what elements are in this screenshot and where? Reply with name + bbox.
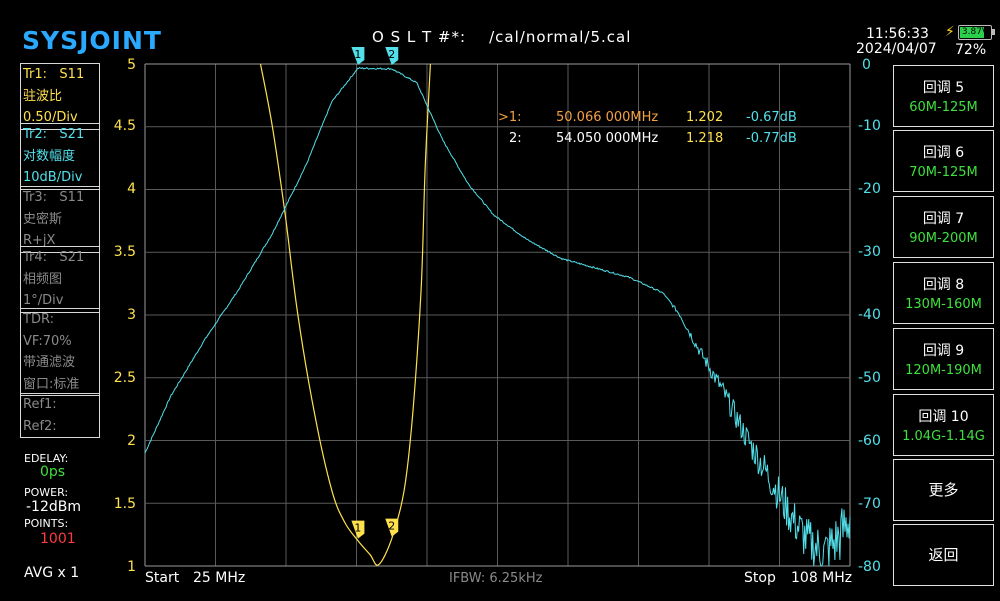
recall-7-title: 回调 7 [922,211,965,227]
marker-2-freq: 54.050 000MHz [556,131,659,146]
recall-8-title: 回调 8 [922,277,965,293]
recall-9-button[interactable]: 回调 9 120M-190M [893,328,994,390]
recall-6-title: 回调 6 [922,145,965,161]
recall-9-range: 120M-190M [905,363,982,378]
recall-5-button[interactable]: 回调 5 60M-125M [893,65,994,127]
recall-5-title: 回调 5 [922,80,965,96]
more-button[interactable]: 更多 [893,459,994,521]
recall-10-range: 1.04G-1.14G [902,429,985,444]
marker-1-db: -0.67dB [746,110,797,125]
marker-1-s21-flag-text: 1 [354,48,361,61]
start-label: Start [145,570,180,586]
recall-8-button[interactable]: 回调 8 130M-160M [893,262,994,324]
recall-9-title: 回调 9 [922,343,965,359]
marker-1-s21-flag: 1 [351,47,365,65]
marker-1-swr: 1.202 [686,110,724,125]
marker-2-db: -0.77dB [746,131,797,146]
stop-label: Stop [744,570,776,586]
marker-2-swr: 1.218 [686,131,724,146]
measurement-plot[interactable]: 12 12 [0,0,1000,601]
plot-grid [144,63,851,567]
recall-7-range: 90M-200M [909,231,978,246]
back-button[interactable]: 返回 [893,524,994,586]
bottom-markers: 12 [351,518,399,539]
marker-2-s21-flag-text: 2 [388,48,395,61]
top-markers: 12 [351,47,399,65]
stop-freq[interactable]: 108 MHz [791,570,852,586]
recall-8-range: 130M-160M [905,297,982,312]
recall-7-button[interactable]: 回调 7 90M-200M [893,196,994,258]
recall-10-title: 回调 10 [918,409,969,425]
recall-6-button[interactable]: 回调 6 70M-125M [893,130,994,192]
marker-2-label: 2: [509,131,522,146]
marker-1-label: >1: [498,110,522,125]
recall-6-range: 70M-125M [909,165,978,180]
marker-2-s11-flag-text: 2 [388,520,395,533]
recall-5-range: 60M-125M [909,100,978,115]
start-freq[interactable]: 25 MHz [193,570,245,586]
marker-1-s11-flag-text: 1 [354,522,361,535]
back-label: 返回 [928,546,959,564]
more-label: 更多 [928,481,959,499]
marker-1-freq: 50.066 000MHz [556,110,659,125]
marker-2-s11-flag: 2 [385,518,399,537]
recall-10-button[interactable]: 回调 10 1.04G-1.14G [893,394,994,456]
marker-2-s21-flag: 2 [385,47,399,65]
ifbw[interactable]: IFBW: 6.25kHz [449,571,542,586]
